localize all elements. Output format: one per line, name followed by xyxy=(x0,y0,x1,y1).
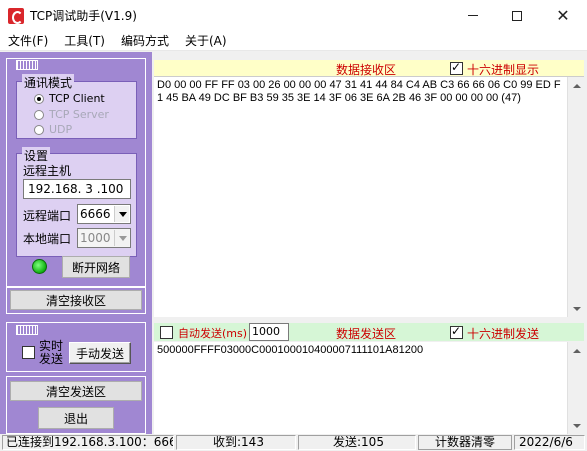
maximize-icon[interactable] xyxy=(494,0,540,31)
menu-about[interactable]: 关于(A) xyxy=(177,31,235,51)
remote-host-label: 远程主机 xyxy=(23,164,72,178)
menu-encoding[interactable]: 编码方式 xyxy=(113,31,177,51)
hex-send-label: 十六进制发送 xyxy=(467,327,540,341)
hex-send-checkbox[interactable] xyxy=(450,324,463,339)
menu-file[interactable]: 文件(F) xyxy=(0,31,56,51)
remote-port-label: 远程端口 xyxy=(23,209,72,223)
send-area: 500000FFFF03000C000100010400007111101A81… xyxy=(154,342,584,434)
radio-icon xyxy=(34,109,44,120)
scroll-up-icon[interactable] xyxy=(568,342,585,359)
radio-tcp-server[interactable]: TCP Server xyxy=(34,108,109,121)
clear-recv-button[interactable]: 清空接收区 xyxy=(10,290,142,310)
radio-icon xyxy=(34,124,44,135)
disconnect-button[interactable]: 断开网络 xyxy=(62,256,130,278)
status-sent: 发送:105 xyxy=(298,435,416,450)
recv-header: 数据接收区 十六进制显示 xyxy=(154,60,584,77)
local-port-label: 本地端口 xyxy=(23,232,72,246)
manual-send-button[interactable]: 手动发送 xyxy=(69,342,131,364)
scroll-down-icon[interactable] xyxy=(568,417,585,434)
local-port-select[interactable]: 1000 xyxy=(77,228,131,248)
status-date: 2022/6/6 xyxy=(514,435,585,450)
hex-display-checkbox[interactable] xyxy=(450,60,463,75)
status-received: 收到:143 xyxy=(176,435,296,450)
recv-area: D0 00 00 FF FF 03 00 26 00 00 00 47 31 4… xyxy=(154,77,584,317)
left-panel: 通讯模式 TCP Client TCP Server UDP 设置 远程主机 1… xyxy=(0,52,152,434)
auto-send-checkbox[interactable] xyxy=(160,326,173,339)
connection-status-icon xyxy=(32,259,47,274)
remote-port-select[interactable]: 6666 xyxy=(77,204,131,224)
exit-button[interactable]: 退出 xyxy=(38,407,114,429)
auto-send-interval-input[interactable]: 1000 xyxy=(249,323,289,341)
scroll-up-icon[interactable] xyxy=(568,77,585,94)
radio-udp[interactable]: UDP xyxy=(34,123,72,136)
recv-title: 数据接收区 xyxy=(336,63,397,77)
status-bar: 已连接到192.168.3.100：6666 收到:143 发送:105 计数器… xyxy=(0,434,587,451)
scroll-down-icon[interactable] xyxy=(568,300,585,317)
comm-mode-label: 通讯模式 xyxy=(22,74,75,91)
send-text[interactable]: 500000FFFF03000C000100010400007111101A81… xyxy=(154,342,567,434)
menu-tools[interactable]: 工具(T) xyxy=(56,31,113,51)
realtime-send-label: 实时 发送 xyxy=(39,339,64,366)
reset-counter-button[interactable]: 计数器清零 xyxy=(418,435,512,450)
send-title: 数据发送区 xyxy=(336,327,397,341)
close-icon[interactable]: ✕ xyxy=(540,0,586,31)
radio-tcp-client[interactable]: TCP Client xyxy=(34,92,105,105)
status-connected: 已连接到192.168.3.100：6666 xyxy=(2,435,174,450)
panel-handle-icon xyxy=(16,325,38,335)
panel-handle-icon xyxy=(16,60,38,70)
send-header: 自动发送(ms) 1000 数据发送区 十六进制发送 xyxy=(154,323,584,341)
app-logo-icon xyxy=(8,7,24,24)
send-scrollbar[interactable] xyxy=(567,342,584,434)
top-gap xyxy=(152,52,587,60)
chevron-down-icon[interactable] xyxy=(114,206,129,222)
auto-send-label: 自动发送(ms) xyxy=(178,327,248,340)
chevron-down-icon[interactable] xyxy=(114,230,129,246)
clear-send-button[interactable]: 清空发送区 xyxy=(10,381,142,401)
minimize-icon[interactable] xyxy=(450,0,496,31)
radio-selected-icon xyxy=(34,93,44,104)
remote-host-input[interactable]: 192.168. 3 .100 xyxy=(23,179,131,199)
recv-scrollbar[interactable] xyxy=(567,77,584,317)
menu-bar: 文件(F) 工具(T) 编码方式 关于(A) xyxy=(0,31,587,51)
hex-display-label: 十六进制显示 xyxy=(467,63,540,77)
window-title: TCP调试助手(V1.9) xyxy=(30,9,137,23)
realtime-send-checkbox[interactable] xyxy=(22,346,35,359)
title-bar: TCP调试助手(V1.9) ✕ xyxy=(0,0,587,31)
recv-text[interactable]: D0 00 00 FF FF 03 00 26 00 00 00 47 31 4… xyxy=(154,77,567,317)
